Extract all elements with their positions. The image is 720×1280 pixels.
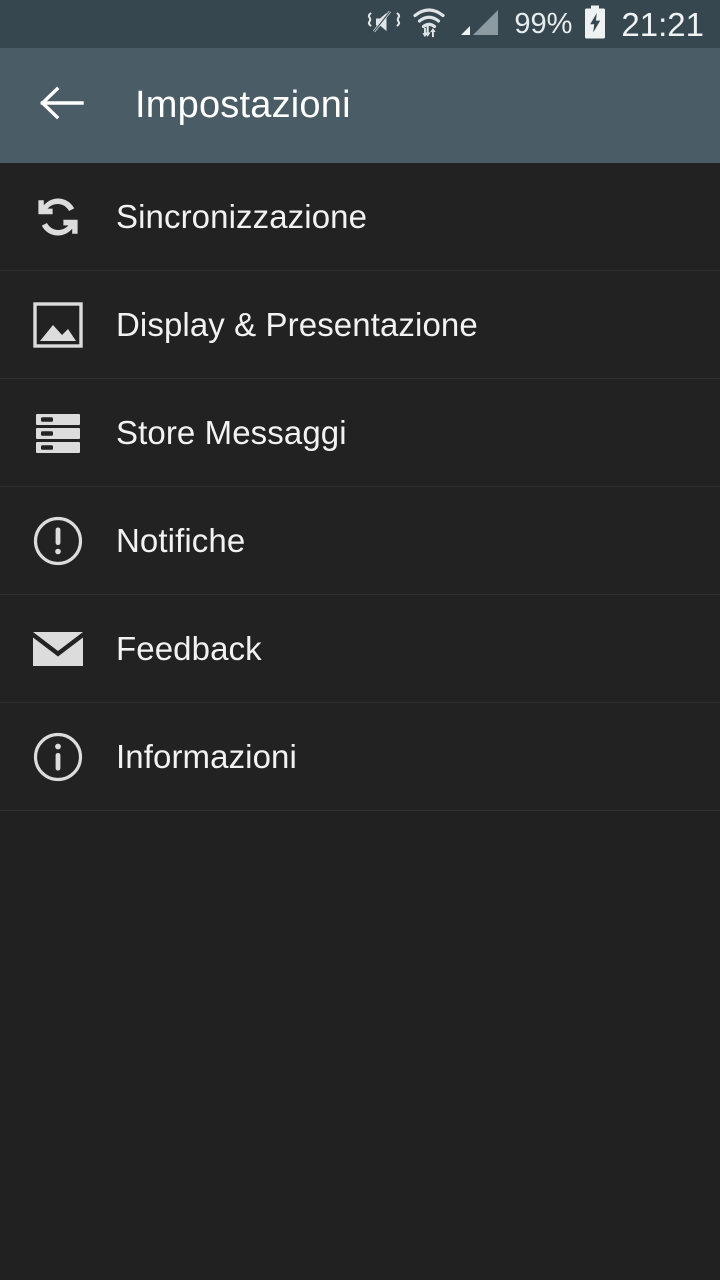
list-item-label: Sincronizzazione [116, 197, 368, 235]
list-item-notifiche[interactable]: Notifiche [0, 487, 720, 595]
status-bar: 99% 21:21 [0, 0, 720, 48]
list-item-store-messaggi[interactable]: Store Messaggi [0, 379, 720, 487]
empty-content-area [0, 811, 720, 1280]
list-item-informazioni[interactable]: Informazioni [0, 703, 720, 811]
list-item-label: Informazioni [116, 737, 297, 775]
vibrate-mute-icon [367, 7, 401, 42]
list-item-label: Display & Presentazione [116, 305, 478, 343]
back-button[interactable] [34, 78, 90, 134]
status-bar-clock: 21:21 [621, 5, 704, 43]
storage-icon [0, 409, 116, 457]
battery-percent: 99% [514, 7, 573, 40]
list-item-sincronizzazione[interactable]: Sincronizzazione [0, 163, 720, 271]
status-icon-tray: 99% 21:21 [367, 5, 704, 44]
list-item-label: Store Messaggi [116, 413, 347, 451]
phone-screen: 99% 21:21 Impostazioni Sincronizzazione … [0, 0, 720, 1280]
envelope-icon [0, 628, 116, 670]
list-item-feedback[interactable]: Feedback [0, 595, 720, 703]
list-item-label: Feedback [116, 629, 262, 667]
image-icon [0, 301, 116, 349]
list-item-label: Notifiche [116, 521, 246, 559]
info-circle-icon [0, 730, 116, 784]
page-title: Impostazioni [135, 84, 351, 126]
battery-charging-icon [583, 5, 607, 44]
signal-icon [457, 6, 503, 43]
alert-circle-icon [0, 514, 116, 568]
list-item-display-presentazione[interactable]: Display & Presentazione [0, 271, 720, 379]
wifi-icon [412, 6, 446, 43]
settings-list: Sincronizzazione Display & Presentazione [0, 163, 720, 811]
app-bar: Impostazioni [0, 48, 720, 163]
sync-icon [0, 189, 116, 245]
arrow-back-icon [39, 84, 85, 127]
